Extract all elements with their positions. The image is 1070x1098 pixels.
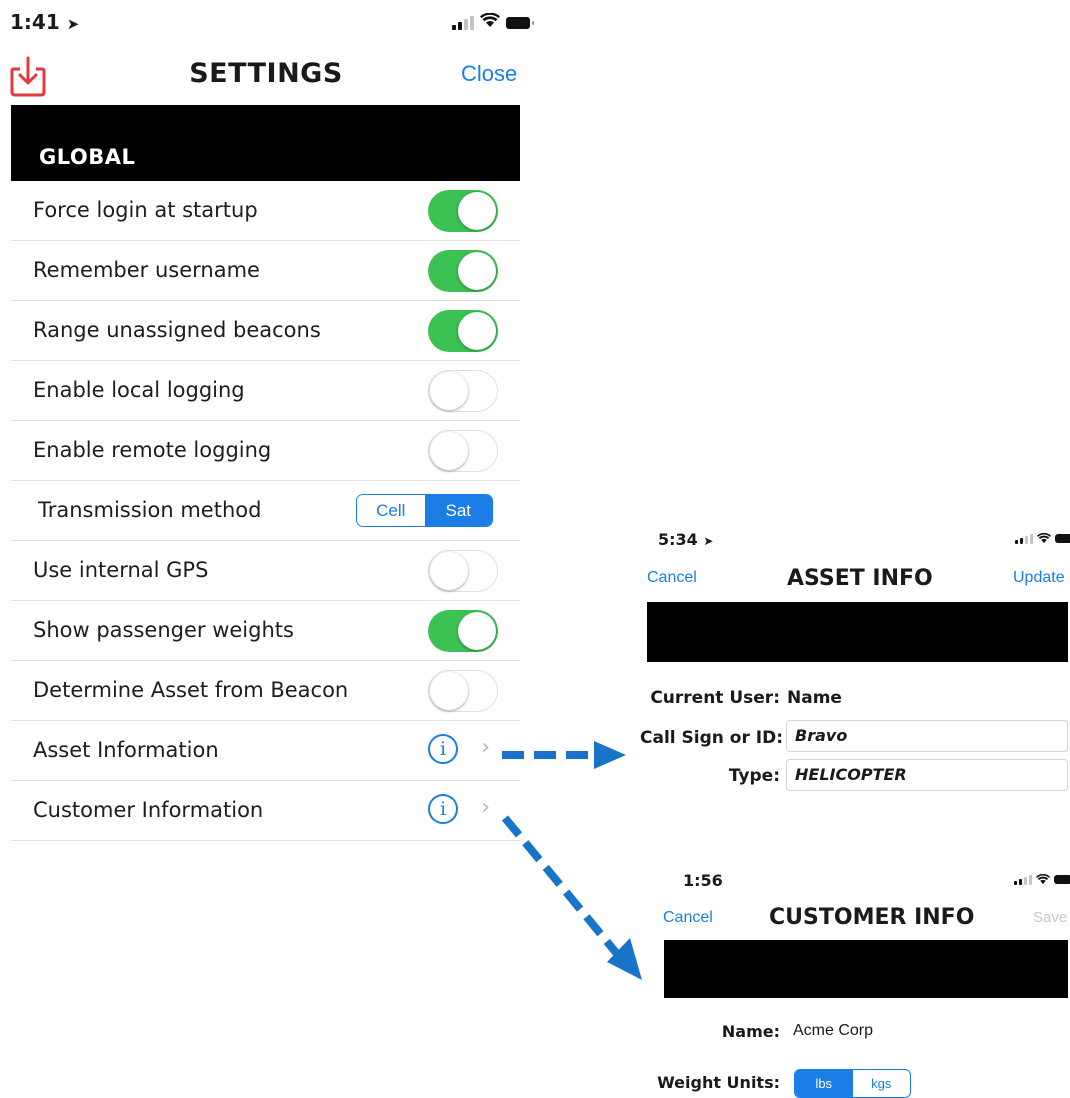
customer-cancel-button[interactable]: Cancel [663,909,713,927]
customer-save-button[interactable]: Save [1033,909,1067,926]
call-sign-input[interactable]: Bravo [786,720,1068,752]
wifi-icon [1037,533,1051,544]
current-user-value: Name [787,688,842,708]
asset-status-time: 5:34 ➤ [658,530,714,549]
current-user-label: Current User: [650,688,780,708]
location-arrow-icon: ➤ [703,534,714,548]
customer-title: CUSTOMER INFO [769,905,975,930]
asset-title: ASSET INFO [787,566,933,591]
asset-update-button[interactable]: Update [1013,569,1065,587]
weight-units-lbs[interactable]: lbs [795,1070,853,1097]
wifi-icon [1036,874,1050,885]
signal-icon [1015,533,1033,544]
customer-header-bar [664,940,1068,998]
type-input[interactable]: HELICOPTER [786,759,1068,791]
battery-icon [1054,875,1070,884]
arrow-to-customer-info [501,815,642,980]
weight-units-kgs[interactable]: kgs [853,1070,911,1097]
asset-cancel-button[interactable]: Cancel [647,569,697,587]
type-label: Type: [728,766,780,786]
weight-units-segmented-control[interactable]: lbs kgs [794,1069,911,1098]
battery-icon [1055,534,1070,543]
customer-status-icons [1014,874,1070,885]
customer-name-label: Name: [721,1022,780,1041]
asset-header-bar [647,602,1068,662]
call-sign-label: Call Sign or ID: [640,728,783,748]
customer-status-time: 1:56 [683,871,723,890]
arrow-to-asset-info [502,741,626,769]
customer-name-value: Acme Corp [793,1022,874,1039]
asset-status-icons [1015,533,1070,544]
signal-icon [1014,874,1032,885]
connector-arrows [501,741,642,980]
weight-units-label: Weight Units: [657,1073,780,1092]
